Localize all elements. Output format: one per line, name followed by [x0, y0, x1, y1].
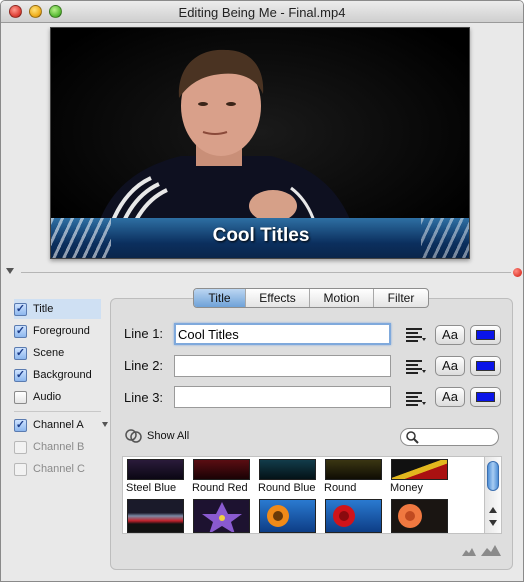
style-thumb-round[interactable] — [325, 459, 382, 480]
app-window: Editing Being Me - Final.mp4 Cool Titles… — [0, 0, 524, 582]
gallery-scrollbar[interactable] — [484, 457, 501, 533]
line-3-font-button[interactable]: Aa — [435, 387, 465, 407]
video-preview[interactable]: Cool Titles — [50, 27, 470, 259]
checkbox[interactable]: ✓ — [14, 368, 27, 382]
title-style-gallery[interactable]: Steel Blue Round Red Round Blue Round Mo… — [122, 456, 502, 534]
channel-a[interactable]: ✓ Channel A — [14, 415, 101, 435]
scroll-down-arrow-icon[interactable] — [489, 520, 497, 526]
orange-rose-image — [398, 504, 422, 528]
checkbox[interactable]: ✓ — [14, 346, 27, 360]
style-thumb[interactable] — [259, 499, 316, 533]
style-thumb[interactable] — [127, 499, 184, 533]
line-3-input[interactable] — [174, 386, 391, 408]
line-1-input[interactable] — [174, 323, 391, 345]
line-3-label: Line 3: — [124, 390, 164, 405]
tab-motion[interactable]: Motion — [310, 289, 374, 307]
style-label: Round Red — [192, 482, 248, 494]
style-thumb[interactable] — [193, 499, 250, 533]
scroll-up-arrow-icon[interactable] — [489, 507, 497, 513]
window-title: Editing Being Me - Final.mp4 — [178, 5, 346, 20]
text-align-icon[interactable] — [406, 392, 426, 406]
checkbox[interactable]: ✓ — [14, 302, 27, 316]
channel-label: Channel A — [33, 419, 84, 431]
style-thumb-round-red[interactable] — [193, 459, 250, 480]
show-all-label: Show All — [147, 430, 190, 442]
channel-menu-icon[interactable] — [102, 422, 108, 427]
checkbox[interactable]: ✓ — [14, 418, 27, 432]
layer-label: Audio — [33, 391, 62, 403]
layer-audio[interactable]: Audio — [14, 387, 101, 407]
layer-background[interactable]: ✓ Background — [14, 365, 101, 385]
line-2-color-button[interactable] — [470, 356, 501, 376]
text-align-icon[interactable] — [406, 360, 426, 374]
checkbox[interactable]: ✓ — [14, 324, 27, 338]
style-label: Round — [324, 482, 357, 494]
style-thumb-money[interactable] — [391, 459, 448, 480]
show-all-icon — [125, 429, 142, 443]
layer-label: Background — [33, 369, 92, 381]
line-2-input[interactable] — [174, 355, 391, 377]
search-field[interactable] — [400, 428, 499, 446]
list-divider — [14, 411, 101, 412]
layer-label: Foreground — [33, 325, 90, 337]
tab-filter[interactable]: Filter — [374, 289, 428, 307]
style-thumb-steel-blue[interactable] — [127, 459, 184, 480]
style-thumb[interactable] — [391, 499, 448, 533]
tab-title[interactable]: Title — [194, 289, 246, 307]
show-all-button[interactable]: Show All — [125, 429, 189, 443]
style-label: Money — [390, 482, 424, 494]
splitter-line[interactable] — [21, 272, 511, 273]
color-swatch — [476, 361, 495, 371]
channel-label: Channel C — [33, 463, 85, 475]
style-label: Round Blue — [258, 482, 316, 494]
tab-bar: Title Effects Motion Filter — [193, 288, 429, 308]
checkbox — [14, 462, 27, 476]
color-swatch — [476, 392, 495, 402]
line-2-label: Line 2: — [124, 358, 164, 373]
style-thumb[interactable] — [325, 499, 382, 533]
purple-flower-image — [202, 502, 242, 532]
layer-label: Title — [33, 303, 54, 315]
line-3-color-button[interactable] — [470, 387, 501, 407]
checkbox — [14, 440, 27, 454]
layer-label: Scene — [33, 347, 65, 359]
tab-effects[interactable]: Effects — [246, 289, 310, 307]
red-rose-image — [333, 505, 355, 527]
text-align-icon[interactable] — [406, 328, 426, 342]
layer-title[interactable]: ✓ Title — [14, 299, 101, 319]
line-2-font-button[interactable]: Aa — [435, 356, 465, 376]
layer-foreground[interactable]: ✓ Foreground — [14, 321, 101, 341]
small-thumbnails-icon[interactable] — [462, 546, 476, 556]
title-bar[interactable]: Editing Being Me - Final.mp4 — [1, 1, 523, 23]
line-1-color-button[interactable] — [470, 325, 501, 345]
video-title-caption: Cool Titles — [212, 225, 310, 246]
channel-b: Channel B — [14, 437, 101, 457]
record-indicator-icon — [513, 268, 522, 277]
channel-c: Channel C — [14, 459, 101, 479]
sunflower-image — [267, 505, 289, 527]
style-thumb-round-blue[interactable] — [259, 459, 316, 480]
line-1-label: Line 1: — [124, 326, 164, 341]
channel-label: Channel B — [33, 441, 85, 453]
layer-scene[interactable]: ✓ Scene — [14, 343, 101, 363]
search-icon — [406, 431, 419, 444]
scrollbar-thumb[interactable] — [487, 461, 499, 491]
style-label: Steel Blue — [126, 482, 177, 494]
collapse-triangle-icon[interactable] — [6, 268, 14, 274]
large-thumbnails-icon[interactable] — [481, 543, 501, 556]
checkbox[interactable] — [14, 390, 27, 404]
line-1-font-button[interactable]: Aa — [435, 325, 465, 345]
color-swatch — [476, 330, 495, 340]
